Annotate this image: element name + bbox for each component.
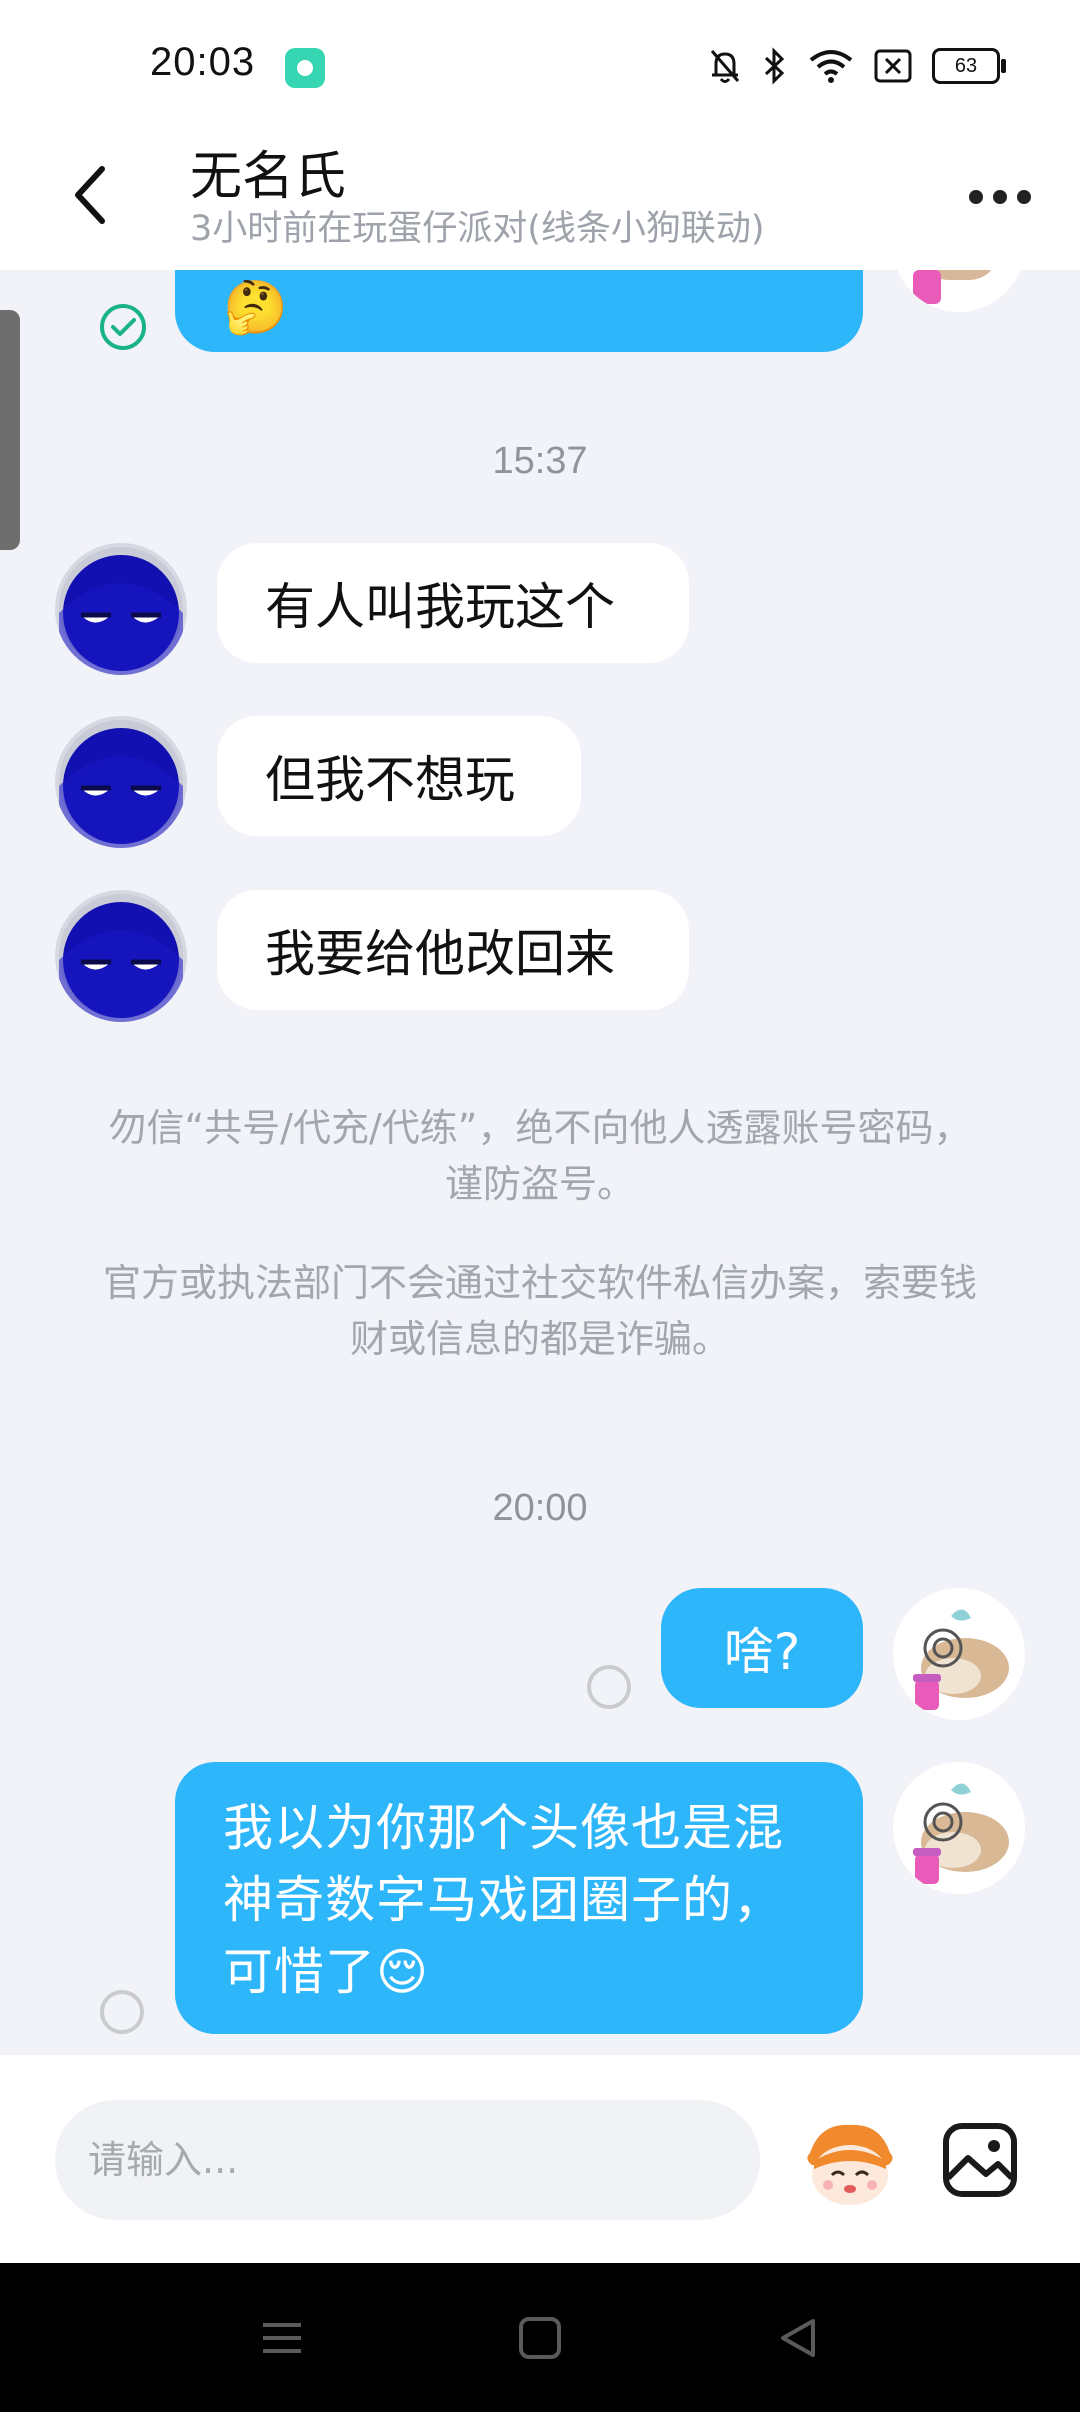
chat-header: 无名氏 3小时前在玩蛋仔派对(线条小狗联动) — [0, 110, 1080, 270]
unread-status-indicator — [100, 1990, 144, 2034]
message-emoji: 🤔 — [223, 278, 288, 338]
my-avatar[interactable] — [893, 1762, 1025, 1894]
hamster-avatar-icon — [893, 1762, 1025, 1894]
sticker-button[interactable] — [800, 2113, 900, 2213]
home-square-icon — [519, 2317, 561, 2359]
wifi-icon — [809, 50, 853, 83]
input-bar — [0, 2055, 1080, 2263]
safety-notice: 勿信“共号/代充/代练”，绝不向他人透露账号密码，谨防盗号。 — [108, 1106, 972, 1206]
more-dot — [993, 190, 1007, 204]
timestamp-separator: 20:00 — [492, 1487, 588, 1529]
status-icons: 63 — [708, 44, 1006, 88]
message-text: 我要给他改回来 — [265, 925, 615, 983]
battery-indicator: 63 — [932, 48, 1006, 84]
contact-avatar[interactable] — [55, 890, 187, 1022]
message-input[interactable] — [55, 2100, 760, 2220]
message-text: 但我不想玩 — [265, 751, 515, 809]
message-text: 有人叫我玩这个 — [265, 578, 615, 636]
back-triangle-icon — [781, 2319, 815, 2357]
blue-face-avatar-icon — [59, 547, 183, 675]
message-text: 我以为你那个头像也是混神奇数字马戏团圈子的，可惜了😌 — [223, 1799, 784, 2001]
nav-menu-button[interactable] — [252, 2308, 312, 2368]
image-icon — [943, 2123, 1017, 2197]
contact-avatar[interactable] — [55, 543, 187, 675]
menu-icon — [263, 2323, 301, 2353]
nav-back-button[interactable] — [768, 2308, 828, 2368]
contact-name[interactable]: 无名氏 — [190, 134, 346, 209]
scroll-handle[interactable] — [0, 310, 20, 550]
hamster-avatar-icon — [893, 1588, 1025, 1720]
back-button[interactable] — [60, 160, 120, 230]
message-bubble-incoming[interactable]: 但我不想玩 — [217, 716, 581, 836]
mute-bell-icon — [710, 50, 740, 83]
my-avatar[interactable] — [893, 270, 1025, 312]
more-dot — [969, 190, 983, 204]
message-list[interactable]: 🤔 15:37 有人叫我玩这个 但我不想玩 我要给他改回来 勿信“共号/代充/代… — [0, 270, 1080, 2055]
unread-status-indicator — [587, 1665, 631, 1709]
contact-status: 3小时前在玩蛋仔派对(线条小狗联动) — [190, 209, 765, 249]
contact-avatar[interactable] — [55, 716, 187, 848]
message-bubble-outgoing[interactable]: 我以为你那个头像也是混神奇数字马戏团圈子的，可惜了😌 — [175, 1762, 863, 2034]
status-bar: 20:03 63 — [0, 0, 1080, 110]
message-bubble-incoming[interactable]: 有人叫我玩这个 — [217, 543, 689, 663]
app-notification-icon — [285, 48, 325, 88]
sticker-face-icon — [807, 2124, 893, 2205]
blue-face-avatar-icon — [59, 720, 183, 848]
message-text: 啥? — [723, 1623, 801, 1681]
bluetooth-icon — [764, 47, 785, 85]
safety-notice: 官方或执法部门不会通过社交软件私信办案，索要钱财或信息的都是诈骗。 — [102, 1261, 977, 1361]
more-button[interactable] — [960, 172, 1040, 222]
read-check-icon — [100, 304, 146, 350]
nav-home-button[interactable] — [510, 2308, 570, 2368]
message-bubble-incoming[interactable]: 我要给他改回来 — [217, 890, 689, 1010]
my-avatar[interactable] — [893, 1588, 1025, 1720]
status-time: 20:03 — [150, 40, 256, 84]
message-bubble-outgoing[interactable]: 🤔 — [175, 270, 863, 352]
blue-face-avatar-icon — [59, 894, 183, 1022]
no-sim-icon — [874, 49, 912, 83]
image-button[interactable] — [940, 2120, 1020, 2200]
timestamp-separator: 15:37 — [492, 440, 588, 482]
chevron-left-icon — [75, 166, 105, 224]
message-bubble-outgoing[interactable]: 啥? — [661, 1588, 863, 1708]
more-dot — [1017, 190, 1031, 204]
system-nav-bar — [0, 2263, 1080, 2412]
